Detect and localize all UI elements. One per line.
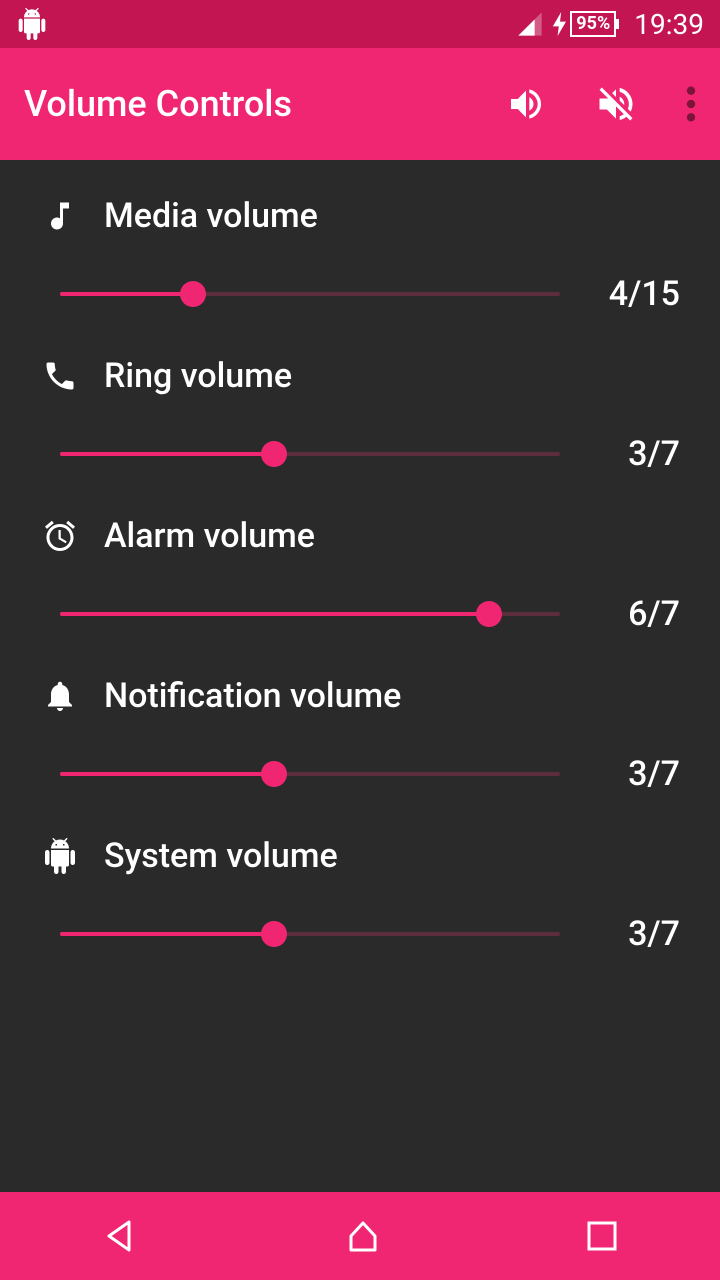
volume-section-phone: Ring volume 3/7 [0, 340, 720, 500]
volume-section-android: System volume 3/7 [0, 820, 720, 980]
navigation-bar [0, 1192, 720, 1280]
signal-icon [516, 10, 544, 38]
volume-value: 3/7 [590, 434, 680, 474]
volume-mute-icon[interactable] [594, 82, 638, 126]
volume-label: System volume [104, 836, 338, 876]
volume-slider[interactable] [60, 599, 560, 629]
volume-value: 6/7 [590, 594, 680, 634]
battery-indicator: 95% [552, 11, 616, 37]
music-icon [40, 198, 80, 234]
volume-slider[interactable] [60, 439, 560, 469]
android-icon [40, 838, 80, 874]
status-bar: 95% 19:39 [0, 0, 720, 48]
phone-icon [40, 358, 80, 394]
volume-slider[interactable] [60, 919, 560, 949]
volume-value: 3/7 [590, 754, 680, 794]
battery-percentage: 95% [570, 11, 616, 37]
volume-section-music: Media volume 4/15 [0, 180, 720, 340]
volume-value: 3/7 [590, 914, 680, 954]
volume-section-bell: Notification volume 3/7 [0, 660, 720, 820]
volume-value: 4/15 [590, 274, 680, 314]
app-bar: Volume Controls [0, 48, 720, 160]
volume-label: Alarm volume [104, 516, 315, 556]
back-button[interactable] [101, 1216, 141, 1256]
clock: 19:39 [634, 8, 704, 41]
volume-label: Media volume [104, 196, 318, 236]
charging-icon [552, 12, 568, 36]
volume-up-icon[interactable] [506, 84, 546, 124]
android-debug-icon [16, 8, 48, 40]
volume-label: Notification volume [104, 676, 401, 716]
volume-slider[interactable] [60, 759, 560, 789]
bell-icon [40, 678, 80, 714]
home-button[interactable] [343, 1216, 383, 1256]
volume-section-alarm: Alarm volume 6/7 [0, 500, 720, 660]
app-title: Volume Controls [24, 83, 292, 125]
volume-label: Ring volume [104, 356, 292, 396]
alarm-icon [40, 518, 80, 554]
volume-list: Media volume 4/15 Ring volume 3/7 [0, 160, 720, 1000]
overflow-menu-icon[interactable] [686, 84, 696, 124]
volume-slider[interactable] [60, 279, 560, 309]
recent-button[interactable] [585, 1219, 619, 1253]
